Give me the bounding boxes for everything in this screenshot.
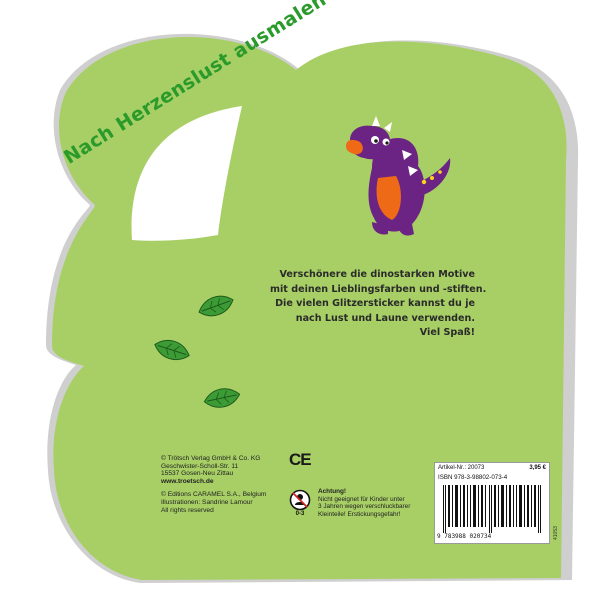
intro-line: mit deinen Lieblingsfarben und -stiften. (270, 283, 487, 295)
side-code: 41053 (553, 526, 559, 540)
imprint-publisher: © Trötsch Verlag GmbH & Co. KG (161, 455, 261, 462)
imprint-street: Geschwister-Scholl-Str. 11 (161, 462, 239, 470)
age-warning-icon (289, 489, 311, 511)
age-warning-label: 0-3 (295, 511, 305, 517)
ce-mark: CE (289, 450, 312, 469)
age-warning-line: Nicht geeignet für Kinder unter (318, 495, 405, 503)
barcode-icon (443, 485, 541, 533)
imprint-web: www.troetsch.de (161, 477, 214, 485)
imprint-city: 15537 Gosen-Neu Zittau (161, 470, 234, 478)
intro-line: nach Lust und Laune verwenden. (295, 312, 475, 324)
imprint: © Trötsch Verlag GmbH & Co. KG Geschwist… (161, 455, 266, 514)
intro-text: Verschönere die dinostarken Motive mit d… (270, 268, 487, 341)
intro-line: Die vielen Glitzersticker kannst du je (275, 298, 475, 310)
isbn: ISBN 978-3-98802-073-4 (438, 474, 508, 481)
price: 3,95 € (529, 465, 546, 471)
age-warning-line: 3 Jahren wegen verschluckbarer (318, 503, 411, 511)
ean-digits: 9 783988 020734 (437, 533, 492, 540)
product-label: Artikel-Nr.: 20073 3,95 € ISBN 978-3-988… (434, 462, 550, 544)
article-number: Artikel-Nr.: 20073 (438, 465, 485, 471)
intro-line: Verschönere die dinostarken Motive (279, 269, 475, 280)
age-warning-text: Achtung! Nicht geeignet für Kinder unter… (318, 488, 410, 518)
article-line: Artikel-Nr.: 20073 3,95 € (438, 465, 546, 471)
intro-line: Viel Spaß! (419, 327, 475, 339)
imprint-editions: © Editions CARAMEL S.A., Belgium (161, 491, 267, 499)
imprint-illustrations: Illustrationen: Sandrine Lamour (161, 498, 253, 506)
imprint-rights: All rights reserved (161, 506, 214, 514)
age-warning-line: Kleinteile! Erstickungsgefahr! (318, 510, 401, 518)
age-warning-title: Achtung! (318, 488, 347, 495)
